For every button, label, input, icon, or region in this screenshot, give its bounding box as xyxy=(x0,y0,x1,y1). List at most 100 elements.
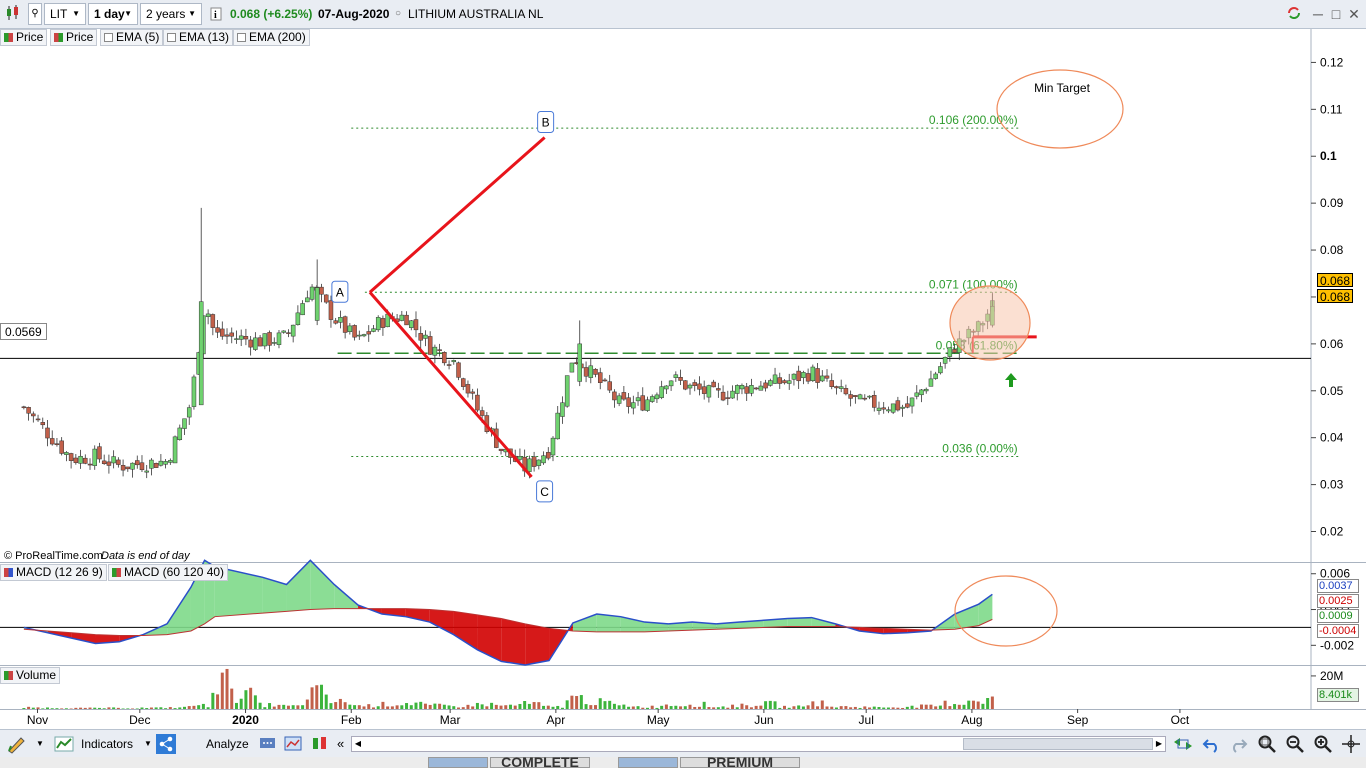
candle-body xyxy=(928,378,934,387)
zoom-in-icon[interactable] xyxy=(1312,734,1334,754)
drawing-pen-icon[interactable] xyxy=(6,734,30,754)
info-icon[interactable]: i xyxy=(210,3,224,25)
candle-body xyxy=(375,317,381,331)
volume-bar xyxy=(149,707,153,709)
level-price-tag[interactable]: 0.0569 xyxy=(0,323,47,340)
volume-bar xyxy=(825,706,829,709)
volume-bar xyxy=(627,706,631,709)
candle-body xyxy=(706,385,712,398)
volume-bar xyxy=(650,705,654,709)
search-icon[interactable]: ⚲ xyxy=(28,3,42,25)
zoom-box-icon[interactable] xyxy=(1256,734,1278,754)
indicators-button[interactable]: Indicators xyxy=(81,734,133,754)
price-tick-label: 0.02 xyxy=(1320,525,1344,539)
volume-bar xyxy=(953,704,957,709)
range-select[interactable]: 2 years ▼ xyxy=(140,3,202,25)
candle-body xyxy=(186,407,192,418)
price-tick-label: 0.09 xyxy=(1320,196,1344,210)
indicators-icon[interactable] xyxy=(54,734,76,754)
share-icon[interactable] xyxy=(156,734,178,754)
x-tick-label: Apr xyxy=(547,713,566,727)
scroll-left-icon[interactable]: ◀ xyxy=(352,737,364,751)
screener-icon[interactable] xyxy=(283,734,305,754)
candle-body xyxy=(687,384,693,389)
fit-screen-icon[interactable] xyxy=(1172,734,1194,754)
volume-bar xyxy=(234,702,238,709)
checkbox-icon[interactable] xyxy=(167,33,176,42)
volume-bar xyxy=(447,705,451,709)
volume-bar xyxy=(187,706,191,709)
legend-ema-13[interactable]: EMA (13) xyxy=(163,29,234,46)
candle-body xyxy=(749,385,754,394)
volume-bar xyxy=(768,700,772,709)
refresh-icon[interactable] xyxy=(1284,4,1304,24)
horizontal-scrollbar[interactable]: ◀ ▶ xyxy=(351,736,1166,752)
chart-area[interactable]: 0.120.110.10.090.080.070.060.050.040.030… xyxy=(0,0,1366,768)
candle-body xyxy=(768,380,773,386)
candle-body xyxy=(35,418,41,421)
candle-body xyxy=(626,397,631,407)
chart-type-icon[interactable] xyxy=(4,3,22,25)
scroll-left-fast-button[interactable]: « xyxy=(337,734,344,754)
volume-bar xyxy=(882,707,886,709)
symbol-select[interactable]: LIT ▼ xyxy=(44,3,86,25)
candle-body xyxy=(942,356,948,364)
macd-fill-segment xyxy=(167,587,191,635)
legend-macd-fast[interactable]: MACD (12 26 9) xyxy=(0,564,107,581)
candle-body xyxy=(342,316,348,333)
candle-body xyxy=(631,402,636,409)
volume-bar xyxy=(919,704,923,709)
redo-icon[interactable] xyxy=(1228,734,1248,754)
drawing-dropdown-icon[interactable]: ▼ xyxy=(36,734,44,754)
banner-premium[interactable]: PREMIUM xyxy=(680,757,800,768)
volume-bar xyxy=(457,707,461,709)
candle-body xyxy=(31,413,36,417)
volume-bar xyxy=(343,702,347,709)
checkbox-icon[interactable] xyxy=(237,33,246,42)
legend-ema-200[interactable]: EMA (200) xyxy=(233,29,310,46)
legend-volume[interactable]: Volume xyxy=(0,667,61,684)
candle-body xyxy=(881,407,886,410)
macd-fill-segment xyxy=(954,604,979,630)
volume-bar xyxy=(749,707,753,709)
scrollbar-thumb[interactable] xyxy=(963,738,1153,750)
maximize-button[interactable]: □ xyxy=(1326,4,1346,24)
analyze-button[interactable]: Analyze xyxy=(206,734,249,754)
candle-body xyxy=(253,337,258,350)
candle-body xyxy=(456,362,461,378)
zoom-out-icon[interactable] xyxy=(1284,734,1306,754)
legend-macd-slow[interactable]: MACD (60 120 40) xyxy=(108,564,229,581)
x-tick-label: May xyxy=(647,713,670,727)
price-tick-label: 0.08 xyxy=(1320,243,1344,257)
period-select[interactable]: 1 day ▼ xyxy=(88,3,138,25)
trading-icon[interactable] xyxy=(310,734,332,754)
candle-body xyxy=(272,342,277,344)
price-panel[interactable] xyxy=(0,46,1311,562)
bottom-toolbar: ▼ Indicators ▼ Analyze « ◀ ▶ xyxy=(0,729,1366,757)
volume-bar xyxy=(329,703,333,709)
candle-body xyxy=(730,390,735,399)
crosshair-icon[interactable] xyxy=(1340,734,1362,754)
close-button[interactable]: ✕ xyxy=(1344,4,1364,24)
candle-body xyxy=(229,332,234,337)
indicators-dropdown-icon[interactable]: ▼ xyxy=(144,734,152,754)
undo-icon[interactable] xyxy=(1202,734,1222,754)
banner-complete[interactable]: COMPLETE xyxy=(490,757,590,768)
candle-body xyxy=(654,394,660,400)
legend-price-1[interactable]: Price xyxy=(0,29,48,46)
checkbox-icon[interactable] xyxy=(104,33,113,42)
scroll-right-icon[interactable]: ▶ xyxy=(1153,737,1165,751)
legend-ema-5[interactable]: EMA (5) xyxy=(100,29,164,46)
candle-body xyxy=(220,328,225,337)
candle-body xyxy=(361,334,367,337)
candle-body xyxy=(498,448,504,451)
price-tick-label: 0.11 xyxy=(1320,102,1343,116)
volume-bar xyxy=(773,701,777,709)
minimize-button[interactable]: ─ xyxy=(1308,4,1328,24)
macd-fill-segment xyxy=(453,611,478,650)
chat-icon[interactable] xyxy=(258,734,278,754)
candle-body xyxy=(612,391,617,401)
legend-price-2[interactable]: Price xyxy=(50,29,98,46)
x-tick-label: Jun xyxy=(754,713,773,727)
x-tick-label: Sep xyxy=(1067,713,1089,727)
